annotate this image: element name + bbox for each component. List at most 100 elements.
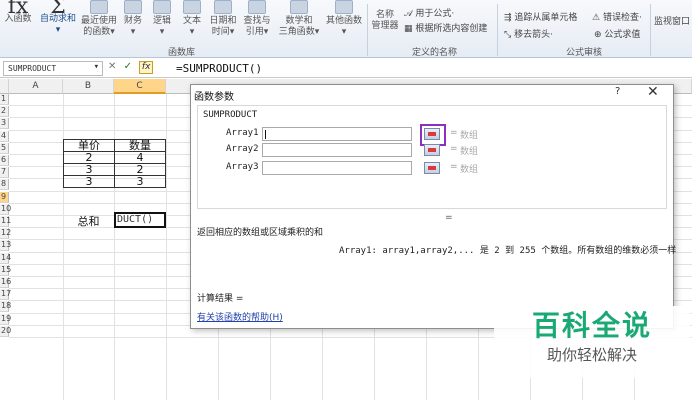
argument-label: Array1: [226, 128, 259, 138]
argument-result: 数组: [460, 165, 479, 175]
text-button[interactable]: 文本 ▾: [178, 0, 206, 38]
recently-used-button[interactable]: 最近使用 的函数▾: [80, 0, 118, 38]
row-header[interactable]: 17: [0, 289, 11, 301]
help-icon[interactable]: ?: [615, 86, 620, 97]
date-time-button[interactable]: 日期和 时间▾: [208, 0, 238, 38]
logical-button[interactable]: 逻辑 ▾: [148, 0, 176, 38]
trace-dependents-button[interactable]: ⇶ 追踪从属单元格: [504, 10, 577, 23]
watermark-title: 百科全说: [531, 309, 652, 342]
table-cell[interactable]: 4: [114, 151, 166, 164]
row-header[interactable]: 20: [0, 325, 11, 337]
row-header[interactable]: 8: [0, 179, 9, 191]
arguments-group: SUMPRODUCT Array1 = 数组 Array2 = 数组 Array…: [197, 105, 667, 209]
sum-label-cell[interactable]: 总和: [63, 213, 114, 229]
formula-text[interactable]: =SUMPRODUCT(): [176, 62, 262, 75]
array2-input[interactable]: [262, 143, 412, 157]
array1-input[interactable]: [262, 127, 412, 141]
remove-arrows-button[interactable]: ⤡ 移去箭头·: [504, 27, 553, 40]
row-header[interactable]: 11: [0, 216, 11, 227]
row-header[interactable]: 19: [0, 313, 11, 325]
row-header[interactable]: 12: [0, 228, 11, 240]
table-cell[interactable]: 3: [63, 175, 115, 188]
formula-buttons: ✕ ✓ fx: [108, 61, 157, 76]
column-header-b[interactable]: B: [63, 79, 114, 94]
book-icon: [335, 0, 353, 14]
table-cell[interactable]: 3: [114, 175, 166, 188]
row-header[interactable]: 9: [0, 191, 9, 203]
function-help-link[interactable]: 有关该函数的帮助(H): [197, 310, 283, 323]
lookup-reference-button[interactable]: 查找与 引用▾: [240, 0, 274, 38]
table-cell[interactable]: 3: [63, 163, 115, 176]
row-header[interactable]: 16: [0, 277, 11, 288]
create-from-selection-button[interactable]: ▦ 根据所选内容创建: [404, 21, 487, 34]
row-header[interactable]: 7: [0, 167, 9, 179]
row-header[interactable]: 15: [0, 264, 11, 276]
calculation-result: 计算结果 =: [197, 294, 244, 304]
row-header[interactable]: 10: [0, 203, 11, 215]
row-header[interactable]: 3: [0, 118, 9, 130]
table-header-quantity[interactable]: 数量: [114, 139, 166, 152]
error-check-button[interactable]: ⚠ 错误检查·: [592, 10, 642, 23]
column-header-c[interactable]: C: [114, 79, 166, 94]
collapse-dialog-icon[interactable]: [424, 144, 440, 156]
table-header-row: 单价 数量: [63, 139, 166, 152]
table-cell[interactable]: 2: [63, 151, 115, 164]
trace-icon: ⇶: [504, 13, 515, 23]
evaluate-formula-button[interactable]: ⊕ 公式求值: [594, 27, 640, 40]
column-header-a[interactable]: A: [9, 79, 63, 94]
watch-window-button[interactable]: 监视窗口: [654, 14, 690, 27]
gridline: [166, 94, 167, 400]
dialog-title: 函数参数: [194, 92, 234, 103]
financial-button[interactable]: 财务 ▾: [120, 0, 146, 38]
book-icon: [248, 0, 266, 14]
autosum-button[interactable]: Σ 自动求和 ▾: [38, 0, 78, 36]
table-row: 2 4: [63, 151, 166, 164]
row-header[interactable]: 18: [0, 301, 11, 313]
table-cell[interactable]: 2: [114, 163, 166, 176]
name-manager-button[interactable]: 名称 管理器: [369, 10, 401, 32]
book-icon: [124, 0, 142, 14]
function-name: SUMPRODUCT: [203, 110, 258, 120]
argument-equals: =: [450, 162, 458, 172]
ribbon: fx 入函数 Σ 自动求和 ▾ 最近使用 的函数▾ 财务 ▾ 逻辑 ▾ 文本 ▾…: [0, 0, 692, 58]
row-header[interactable]: 4: [0, 130, 9, 142]
argument-row-array2: Array2 = 数组: [198, 142, 668, 160]
name-box[interactable]: SUMPRODUCT ▾: [3, 61, 103, 76]
row-header[interactable]: 14: [0, 252, 11, 264]
argument-row-array3: Array3 = 数组: [198, 160, 668, 178]
row-header[interactable]: 1: [0, 94, 9, 105]
collapse-dialog-icon[interactable]: [424, 162, 440, 174]
formula-auditing-label: 公式审核: [566, 48, 603, 58]
argument-label: Array2: [226, 144, 259, 154]
use-in-formula-button[interactable]: 𝒜 用于公式·: [404, 6, 454, 19]
arrows-icon: ⤡: [504, 30, 515, 40]
more-functions-button[interactable]: 其他函数 ▾: [322, 0, 366, 38]
warning-icon: ⚠: [592, 13, 603, 23]
table-header-price[interactable]: 单价: [63, 139, 115, 152]
array3-input[interactable]: [262, 161, 412, 175]
book-icon: [90, 0, 108, 14]
row-header[interactable]: 2: [0, 106, 9, 118]
math-trig-button[interactable]: 数学和 三角函数▾: [276, 0, 322, 38]
row-header[interactable]: 5: [0, 142, 9, 154]
tag-icon: 𝒜: [404, 9, 416, 19]
table-row: 3 2: [63, 163, 166, 176]
argument-result: 数组: [460, 131, 479, 141]
insert-function-button[interactable]: fx 入函数: [0, 0, 36, 25]
row-header[interactable]: 6: [0, 155, 9, 166]
active-cell-c9[interactable]: DUCT(): [114, 212, 166, 228]
row-header[interactable]: 13: [0, 240, 11, 252]
group-separator: [497, 4, 498, 56]
close-icon[interactable]: ✕: [647, 84, 659, 100]
book-icon: [214, 0, 232, 14]
function-library-label: 函数库: [168, 48, 196, 58]
insert-function-icon[interactable]: fx: [139, 61, 154, 74]
watermark-subtitle: 助你轻松解决: [546, 346, 637, 364]
fx-icon: fx: [7, 0, 29, 19]
price-quantity-table: 单价 数量 2 4 3 2 3 3: [63, 139, 166, 188]
select-all-corner[interactable]: [0, 79, 9, 94]
argument-result: 数组: [460, 147, 479, 157]
chevron-down-icon[interactable]: ▾: [94, 62, 99, 72]
cancel-icon[interactable]: ✕: [108, 61, 116, 72]
enter-icon[interactable]: ✓: [124, 61, 132, 72]
